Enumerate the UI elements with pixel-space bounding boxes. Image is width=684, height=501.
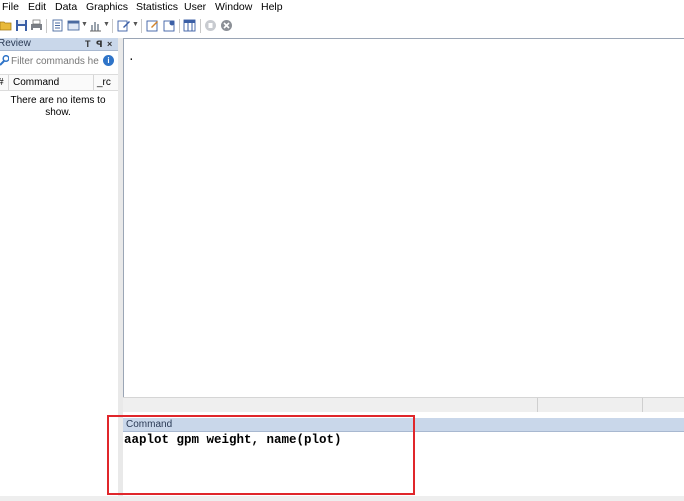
status-bar [0,496,684,501]
column-rc[interactable]: _rc [97,76,111,89]
review-panel: Review T ꟼ × i # Command _rc There are n… [0,38,118,501]
toolbar-separator [141,19,142,33]
do-file-editor-icon[interactable] [117,19,130,32]
menu-data[interactable]: Data [55,1,77,14]
column-command[interactable]: Command [13,76,59,89]
viewer-icon[interactable] [67,19,80,32]
review-title-bar: Review T ꟼ × [0,38,118,51]
graph-icon[interactable] [89,19,102,32]
toolbar-separator [112,19,113,33]
menu-edit[interactable]: Edit [28,1,46,14]
results-horizontal-scrollbar[interactable] [123,397,684,412]
review-empty-message: There are no items to show. [10,95,106,118]
print-icon[interactable] [30,19,43,32]
variables-manager-icon[interactable] [183,19,196,32]
review-column-header: # Command _rc [0,74,118,91]
results-prompt: . [128,52,135,64]
menu-help[interactable]: Help [261,1,283,14]
log-icon[interactable] [51,19,64,32]
menu-window[interactable]: Window [215,1,252,14]
save-icon[interactable] [15,19,28,32]
results-window[interactable]: . [123,38,684,397]
menu-user[interactable]: User [184,1,206,14]
review-title: Review [0,38,31,49]
graph-dropdown-icon[interactable]: ▼ [103,21,110,28]
menu-statistics[interactable]: Statistics [136,1,178,14]
wrench-icon[interactable] [0,55,9,66]
review-float-icon[interactable]: ꟼ [96,38,103,50]
do-file-dropdown-icon[interactable]: ▼ [132,21,139,28]
menu-graphics[interactable]: Graphics [86,1,128,14]
menu-file[interactable]: File [2,1,19,14]
filter-commands-input[interactable] [11,54,99,68]
review-filter: i [0,52,118,70]
more-icon[interactable] [204,19,217,32]
toolbar: ▼ ▼ ▼ [0,16,684,37]
open-icon[interactable] [0,19,13,32]
toolbar-separator [179,19,180,33]
menu-bar: File Edit Data Graphics Statistics User … [0,0,684,16]
toolbar-separator [200,19,201,33]
toolbar-separator [46,19,47,33]
column-hash[interactable]: # [0,76,4,89]
review-pin-icon[interactable]: T [85,38,91,50]
data-editor-icon[interactable] [146,19,159,32]
highlight-box [107,415,415,495]
review-close-icon[interactable]: × [107,38,112,50]
break-icon[interactable] [220,19,233,32]
data-browser-icon[interactable] [163,19,176,32]
viewer-dropdown-icon[interactable]: ▼ [81,21,88,28]
info-icon[interactable]: i [103,55,114,66]
